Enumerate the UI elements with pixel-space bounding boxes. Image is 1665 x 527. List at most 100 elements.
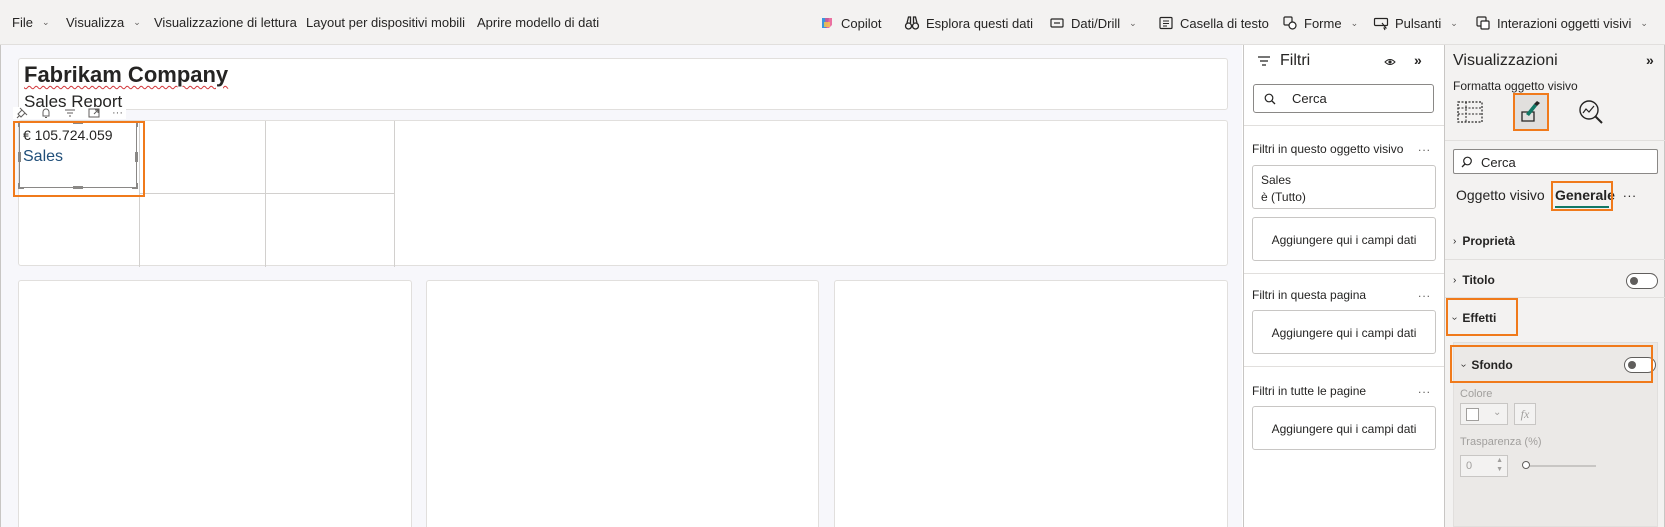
build-visual-icon[interactable] [1457,101,1483,123]
bell-icon[interactable] [40,107,52,119]
visual-interactions-button[interactable]: Interazioni oggetti visivi ⌄ [1475,15,1648,31]
title-textbox[interactable]: Fabrikam Company Sales Report [18,58,1228,111]
data-drill-label: Dati/Drill [1071,15,1121,31]
pin-icon[interactable] [16,107,28,119]
explore-data-button[interactable]: Esplora questi dati [904,15,1033,31]
background-highlight [1450,345,1653,383]
filter-field-name: Sales [1261,173,1292,187]
search-icon [1264,93,1276,105]
empty-visual-1[interactable] [18,280,412,527]
ribbon-toolbar: File ⌄ Visualizza ⌄ Visualizzazione di let… [0,0,1665,45]
more-options-icon[interactable]: ... [1418,140,1431,154]
more-options-icon[interactable]: ··· [112,108,123,119]
filters-on-visual-label: Filtri in questo oggetto visivo [1252,142,1404,156]
properties-section[interactable]: › Proprietà [1453,234,1658,248]
tab-visual[interactable]: Oggetto visivo [1456,187,1545,203]
interactions-icon [1476,16,1490,30]
filter-icon[interactable] [64,107,76,119]
transparency-label: Trasparenza (%) [1460,436,1542,448]
grid-divider [265,121,266,267]
shapes-menu[interactable]: Forme ⌄ [1282,15,1358,31]
more-options-icon[interactable]: ... [1623,185,1637,200]
chevron-down-icon: ⌄ [133,17,141,27]
open-data-model-label: Aprire modello di dati [477,15,600,30]
fx-button[interactable]: fx [1514,403,1536,425]
add-fields-label: Aggiungere qui i campi dati [1271,233,1417,247]
report-title: Fabrikam Company [24,62,228,88]
shapes-icon [1283,16,1297,30]
chevron-down-icon: ⌄ [1450,17,1458,28]
visualizza-menu[interactable]: Visualizza ⌄ [66,15,141,30]
text-box-button[interactable]: Casella di testo [1158,15,1269,31]
chevron-down-icon: ⌄ [1350,17,1359,28]
matrix-visual-container[interactable] [18,120,1228,267]
reading-view-button[interactable]: Visualizzazione di lettura [154,15,297,30]
add-fields-page-dropzone[interactable]: Aggiungere qui i campi dati [1252,310,1436,354]
open-data-model-button[interactable]: Aprire modello di dati [477,15,599,30]
reading-view-label: Visualizzazione di lettura [154,15,297,30]
buttons-label: Pulsanti [1395,15,1442,31]
title-toggle[interactable] [1626,273,1658,289]
add-fields-visual-dropzone[interactable]: Aggiungere qui i campi dati [1252,217,1436,261]
eye-icon[interactable] [1384,57,1396,67]
effects-highlight [1446,298,1518,336]
focus-mode-icon[interactable] [88,107,100,119]
visualizza-label: Visualizza [66,15,125,30]
card-highlight [13,121,145,197]
color-picker[interactable]: ⌄ [1460,403,1508,425]
text-box-icon [1159,16,1173,30]
filters-title: Filtri [1280,52,1311,69]
mobile-layout-label: Layout per dispositivi mobili [306,15,465,30]
add-fields-label: Aggiungere qui i campi dati [1271,422,1417,436]
copilot-label: Copilot [841,15,882,31]
empty-visual-2[interactable] [426,280,819,527]
color-label: Colore [1460,388,1493,400]
format-tab-highlight [1513,93,1549,131]
chevron-right-icon: › [1453,235,1457,247]
divider [1244,366,1444,367]
filter-icon [1258,56,1270,66]
text-box-label: Casella di testo [1180,15,1269,31]
spinner-icon[interactable]: ▲ ▼ [1496,456,1503,474]
visualizations-title: Visualizzazioni [1453,52,1558,69]
filters-search-input[interactable]: Cerca [1253,84,1434,113]
filters-pane: Filtri » Cerca Filtri in questo oggetto … [1243,45,1444,527]
chevron-down-icon: ⌄ [1493,407,1502,418]
grid-divider [139,193,394,194]
sales-filter-card[interactable]: Sales è (Tutto) [1252,165,1436,209]
chevron-down-icon: ⌄ [41,17,50,27]
add-fields-all-pages-dropzone[interactable]: Aggiungere qui i campi dati [1252,406,1436,450]
color-swatch [1466,408,1479,421]
more-options-icon[interactable]: ... [1418,286,1431,300]
collapse-viz-icon[interactable]: » [1646,52,1654,68]
format-visual-label: Formatta oggetto visivo [1453,79,1578,93]
report-canvas: Fabrikam Company Sales Report ··· € 105.… [0,45,1242,527]
viz-search-input[interactable]: Cerca [1453,149,1658,174]
transparency-slider-thumb[interactable] [1522,461,1530,469]
divider [1244,273,1444,274]
transparency-slider-track[interactable] [1530,465,1596,467]
chevron-down-icon: ⌄ [1129,17,1137,28]
title-section-label: Titolo [1462,273,1495,287]
shapes-label: Forme [1304,15,1342,31]
transparency-value: 0 [1466,460,1473,472]
copilot-button[interactable]: Copilot [819,15,881,31]
transparency-input[interactable]: 0 ▲ ▼ [1460,455,1508,477]
collapse-filters-icon[interactable]: » [1414,52,1422,68]
more-options-icon[interactable]: ... [1418,382,1431,396]
general-tab-highlight [1551,181,1613,211]
buttons-menu[interactable]: Pulsanti ⌄ [1373,15,1458,31]
empty-visual-3[interactable] [834,280,1228,527]
divider [1244,125,1444,126]
visual-interactions-label: Interazioni oggetti visivi [1497,15,1632,31]
data-drill-menu[interactable]: Dati/Drill ⌄ [1049,15,1137,31]
analytics-icon[interactable] [1578,99,1604,125]
search-icon [1461,156,1472,168]
filter-state: è (Tutto) [1261,190,1306,204]
viz-search-placeholder: Cerca [1481,155,1516,170]
chevron-down-icon: ⌄ [1640,17,1648,28]
button-icon [1373,17,1389,31]
file-menu[interactable]: File ⌄ [12,15,50,30]
drill-icon [1050,18,1064,28]
mobile-layout-button[interactable]: Layout per dispositivi mobili [306,15,465,30]
